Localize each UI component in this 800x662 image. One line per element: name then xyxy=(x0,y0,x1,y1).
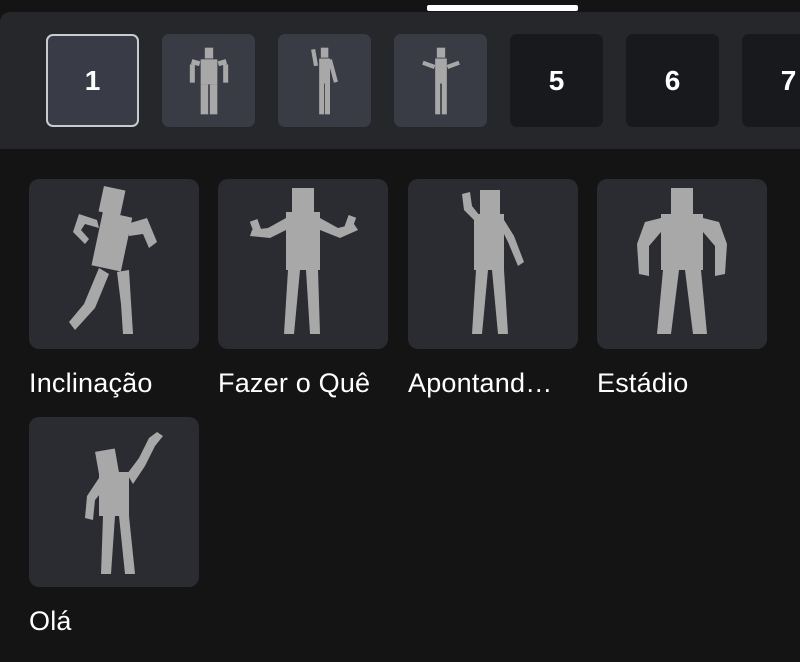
top-scroll-indicator xyxy=(427,5,578,11)
emote-label: Estádio xyxy=(597,368,689,398)
emote-tile-fazer-o-que[interactable] xyxy=(218,179,388,349)
emote-tilt-icon xyxy=(69,185,157,334)
slot-number: 5 xyxy=(548,64,565,96)
emote-label: Olá xyxy=(29,606,72,636)
emote-shrug-icon xyxy=(421,47,460,114)
slot-number: 7 xyxy=(780,64,797,96)
emote-stadium-icon xyxy=(637,188,727,334)
slot-7[interactable]: 7 xyxy=(742,34,800,127)
slot-4[interactable] xyxy=(394,34,487,127)
slot-number: 6 xyxy=(664,64,681,96)
emote-pointing-icon xyxy=(462,190,524,334)
emote-stadium-icon xyxy=(189,47,228,114)
slot-2[interactable] xyxy=(162,34,255,127)
slot-6[interactable]: 6 xyxy=(626,34,719,127)
emote-tile-apontando[interactable] xyxy=(408,179,578,349)
slot-5[interactable]: 5 xyxy=(510,34,603,127)
emote-wave-icon xyxy=(85,432,163,574)
emote-pointing-icon xyxy=(310,47,338,114)
slot-number: 1 xyxy=(84,64,101,96)
emote-shrug-icon xyxy=(249,188,358,334)
emote-label: Inclinação xyxy=(29,368,153,398)
emote-label: Fazer o Quê xyxy=(218,368,371,398)
emote-tile-inclinacao[interactable] xyxy=(29,179,199,349)
slot-3[interactable] xyxy=(278,34,371,127)
emote-slot-bar: 1 5 6 7 xyxy=(0,12,800,149)
slot-1[interactable]: 1 xyxy=(46,34,139,127)
emote-tile-ola[interactable] xyxy=(29,417,199,587)
emote-label: Apontand… xyxy=(408,368,553,398)
emote-tile-estadio[interactable] xyxy=(597,179,767,349)
